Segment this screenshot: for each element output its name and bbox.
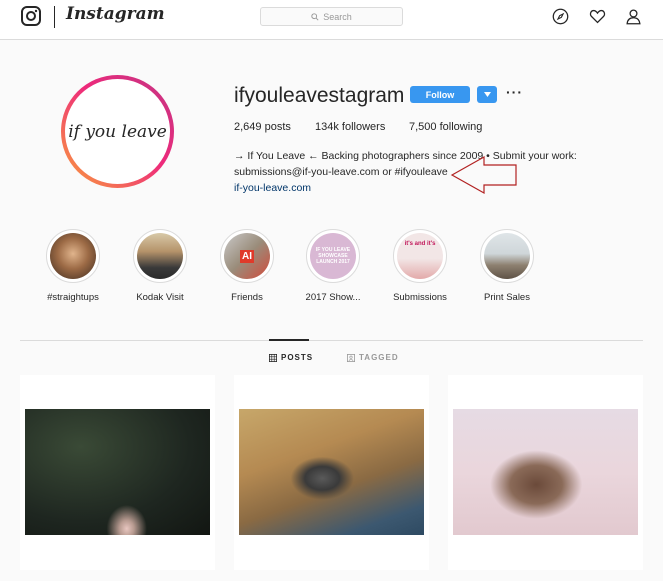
post-image — [25, 409, 210, 535]
person-icon[interactable] — [625, 8, 642, 25]
highlight-ring: IF YOU LEAVE SHOWCASE LAUNCH 2017 — [306, 229, 360, 283]
highlight-label: Friends — [231, 292, 263, 303]
highlight-thumbnail: it's and it's — [397, 233, 443, 279]
story-highlight[interactable]: AI Friends — [212, 229, 282, 303]
more-options-button[interactable]: ··· — [506, 84, 523, 100]
search-input[interactable]: Search — [260, 7, 403, 26]
bio-website-link[interactable]: if-you-leave.com — [234, 180, 594, 196]
post-tile[interactable] — [448, 375, 643, 570]
avatar-logo-text: if you leave — [68, 121, 167, 142]
thumbnail-text: it's and it's — [404, 241, 436, 247]
top-navigation-bar: Instagram Search — [0, 0, 663, 40]
active-tab-indicator — [269, 339, 309, 341]
highlight-ring — [46, 229, 100, 283]
post-tile[interactable] — [20, 375, 215, 570]
thumbnail-text: AI — [240, 249, 254, 263]
profile-bio: → If You Leave ← Backing photographers s… — [234, 148, 594, 196]
follow-button[interactable]: Follow — [410, 86, 470, 103]
tab-tagged[interactable]: TAGGED — [347, 353, 399, 362]
compass-icon[interactable] — [552, 8, 569, 25]
highlight-thumbnail — [484, 233, 530, 279]
highlight-ring: it's and it's — [393, 229, 447, 283]
post-image — [453, 409, 638, 535]
tab-posts[interactable]: POSTS — [269, 353, 313, 362]
profile-username: ifyouleavestagram — [234, 84, 405, 107]
grid-icon — [269, 353, 277, 362]
logo-divider — [54, 6, 55, 28]
thumbnail-text: IF YOU LEAVE SHOWCASE LAUNCH 2017 — [315, 247, 351, 265]
instagram-wordmark[interactable]: Instagram — [66, 4, 165, 24]
story-highlight[interactable]: IF YOU LEAVE SHOWCASE LAUNCH 2017 2017 S… — [298, 229, 368, 303]
highlight-thumbnail — [137, 233, 183, 279]
follow-dropdown-button[interactable] — [477, 86, 497, 103]
highlight-ring — [133, 229, 187, 283]
highlight-label: Submissions — [393, 292, 447, 303]
highlight-label: 2017 Show... — [305, 292, 361, 303]
following-count[interactable]: 7,500 following — [409, 121, 482, 133]
followers-count[interactable]: 134k followers — [315, 121, 385, 133]
profile-avatar[interactable]: if you leave — [61, 75, 174, 188]
story-highlight[interactable]: #straightups — [38, 229, 108, 303]
heart-icon[interactable] — [589, 8, 606, 25]
highlight-thumbnail — [50, 233, 96, 279]
avatar-inner: if you leave — [65, 79, 170, 184]
search-placeholder: Search — [323, 11, 352, 22]
bio-line: submissions@if-you-leave.com or #ifyoule… — [234, 166, 448, 178]
post-image — [239, 409, 424, 535]
highlight-label: #straightups — [47, 292, 99, 303]
highlight-label: Print Sales — [484, 292, 530, 303]
tab-tagged-label: TAGGED — [359, 353, 399, 362]
story-highlight[interactable]: it's and it's Submissions — [385, 229, 455, 303]
tabs-divider — [20, 340, 643, 341]
highlight-ring — [480, 229, 534, 283]
tagged-icon — [347, 353, 355, 362]
highlight-ring: AI — [220, 229, 274, 283]
annotation-arrow-icon — [450, 155, 517, 195]
instagram-logo-icon[interactable] — [21, 6, 41, 26]
tab-posts-label: POSTS — [281, 353, 314, 362]
chevron-down-icon — [483, 92, 491, 97]
highlight-thumbnail: AI — [224, 233, 270, 279]
highlight-label: Kodak Visit — [136, 292, 184, 303]
highlight-thumbnail: IF YOU LEAVE SHOWCASE LAUNCH 2017 — [310, 233, 356, 279]
search-icon — [311, 12, 319, 21]
story-highlight[interactable]: Kodak Visit — [125, 229, 195, 303]
posts-count: 2,649 posts — [234, 121, 291, 133]
story-highlight[interactable]: Print Sales — [472, 229, 542, 303]
post-tile[interactable] — [234, 375, 429, 570]
bio-line: → If You Leave ← Backing photographers s… — [234, 150, 577, 162]
